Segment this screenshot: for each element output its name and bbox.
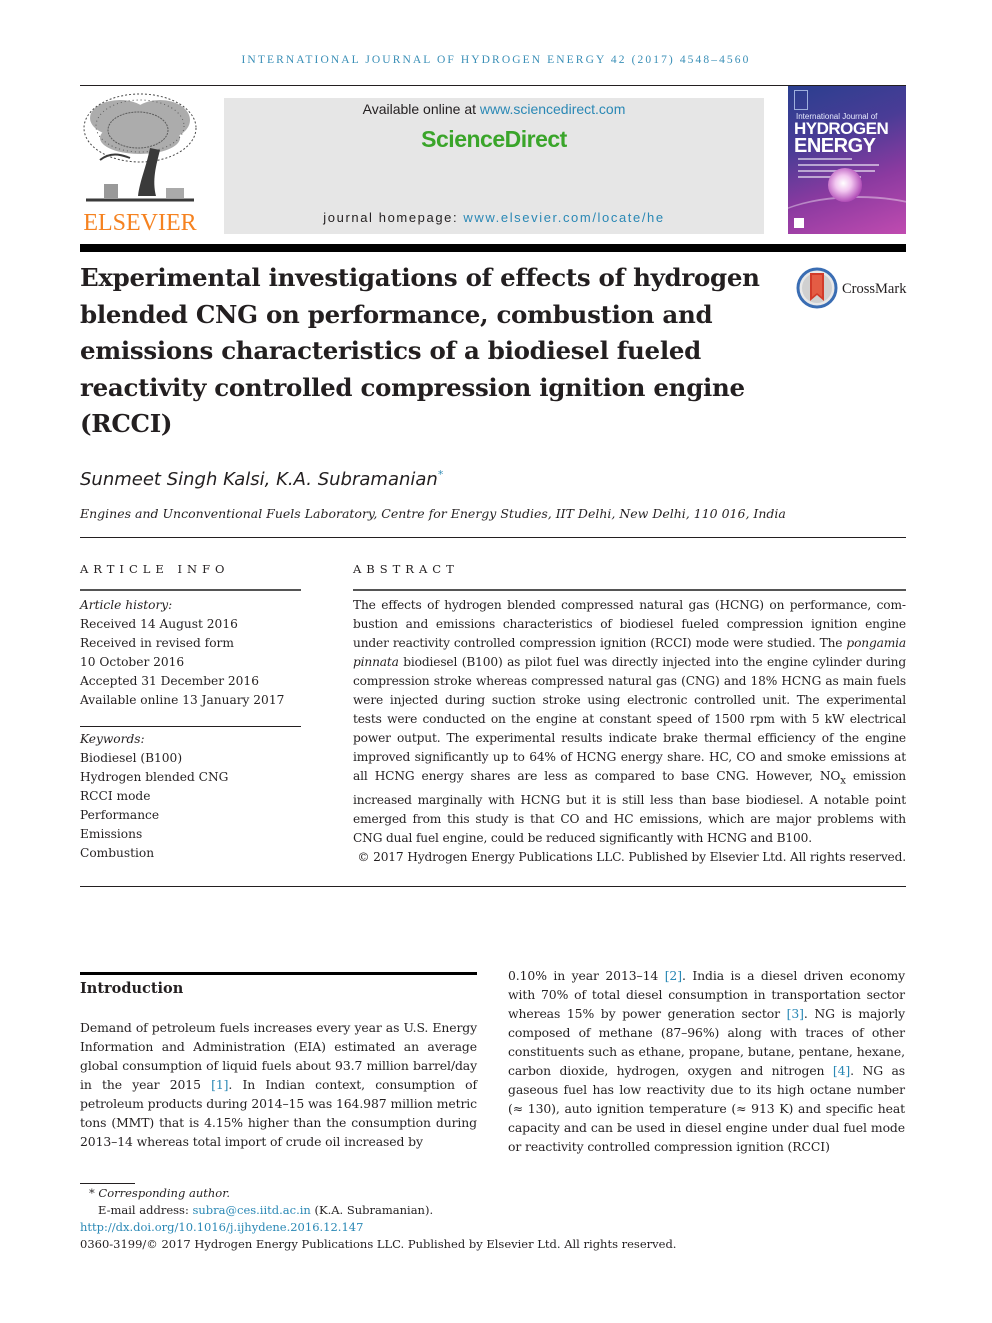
sciencedirect-link[interactable]: www.sciencedirect.com <box>480 101 626 117</box>
citation-link[interactable]: [3] <box>787 1006 804 1021</box>
doi-link[interactable]: http://dx.doi.org/10.1016/j.ijhydene.201… <box>80 1219 780 1236</box>
keywords: Keywords: Biodiesel (B100) Hydrogen blen… <box>80 730 310 863</box>
cover-publisher-mark <box>794 90 808 110</box>
keywords-rule <box>80 726 301 727</box>
cover-title-line2: ENERGY <box>794 135 876 157</box>
article-history-label: Article history: <box>80 598 173 612</box>
running-head: INTERNATIONAL JOURNAL OF HYDROGEN ENERGY… <box>241 54 751 66</box>
abstract-end-rule <box>80 886 906 887</box>
corresponding-author-mark[interactable]: * <box>438 468 444 481</box>
corresponding-author-note: * Corresponding author. <box>89 1186 231 1200</box>
introduction-heading: Introduction <box>80 980 184 997</box>
cover-footer-logo <box>794 218 804 228</box>
abstract-copyright: © 2017 Hydrogen Energy Publications LLC.… <box>357 850 906 865</box>
keywords-label: Keywords: <box>80 732 145 746</box>
article-info-heading: ARTICLE INFO <box>80 562 230 576</box>
authors: Sunmeet Singh Kalsi, K.A. Subramanian* <box>80 468 443 490</box>
history-item: Available online 13 January 2017 <box>80 693 285 707</box>
crossmark-icon <box>796 267 838 309</box>
issn-copyright: 0360-3199/© 2017 Hydrogen Energy Publica… <box>80 1237 677 1251</box>
history-item: Received in revised form <box>80 636 234 650</box>
journal-homepage-label: journal homepage: <box>323 210 464 225</box>
journal-cover[interactable]: International Journal of HYDROGEN ENERGY <box>788 86 906 234</box>
history-item: Accepted 31 December 2016 <box>80 674 259 688</box>
citation-link[interactable]: [2] <box>665 968 682 983</box>
introduction-rule <box>80 972 477 975</box>
available-online-line: Available online at www.sciencedirect.co… <box>224 101 764 117</box>
crossmark-button[interactable]: CrossMark <box>796 267 911 311</box>
journal-homepage-line: journal homepage: www.elsevier.com/locat… <box>224 210 764 225</box>
citation-link[interactable]: [1] <box>211 1077 228 1092</box>
keyword-item: Hydrogen blended CNG <box>80 770 229 784</box>
introduction-column-right: 0.10% in year 2013–14 [2]. India is a di… <box>508 968 905 1154</box>
elsevier-logo[interactable]: ELSEVIER <box>80 88 200 236</box>
abstract-heading: ABSTRACT <box>353 562 459 576</box>
sciencedirect-logo[interactable]: ScienceDirect <box>224 126 764 153</box>
sciencedirect-banner: Available online at www.sciencedirect.co… <box>224 98 764 234</box>
history-item: Received 14 August 2016 <box>80 617 238 631</box>
header-rule <box>80 85 906 86</box>
email-line: E-mail address: subra@ces.iitd.ac.in (K.… <box>98 1203 434 1217</box>
article-title: Experimental investigations of effects o… <box>80 263 760 438</box>
introduction-column-left: Demand of petroleum fuels increases ever… <box>80 1020 477 1149</box>
citation-link[interactable]: [4] <box>833 1063 850 1078</box>
keyword-item: Emissions <box>80 827 143 841</box>
article-info-rule <box>80 589 301 591</box>
author-names: Sunmeet Singh Kalsi, K.A. Subramanian <box>80 469 438 490</box>
keyword-item: Biodiesel (B100) <box>80 751 183 765</box>
cover-orb <box>828 168 862 202</box>
history-item: 10 October 2016 <box>80 655 185 669</box>
email-link[interactable]: subra@ces.iitd.ac.in <box>192 1203 310 1217</box>
divider-rule <box>80 537 906 538</box>
abstract-rule <box>353 589 906 591</box>
keyword-item: Performance <box>80 808 160 822</box>
elsevier-wordmark: ELSEVIER <box>83 210 197 236</box>
abstract-body: The effects of hydrogen blended compress… <box>353 596 906 867</box>
keyword-item: Combustion <box>80 846 155 860</box>
available-online-label: Available online at <box>362 101 480 117</box>
footnotes: * Corresponding author. E-mail address: … <box>80 1185 780 1253</box>
affiliation: Engines and Unconventional Fuels Laborat… <box>80 506 786 521</box>
header-thick-rule <box>80 244 906 252</box>
elsevier-tree-icon <box>83 93 197 202</box>
keyword-item: RCCI mode <box>80 789 151 803</box>
crossmark-label: CrossMark <box>842 281 907 297</box>
footnote-rule <box>80 1183 135 1184</box>
article-history: Article history: Received 14 August 2016… <box>80 596 310 710</box>
journal-homepage-link[interactable]: www.elsevier.com/locate/he <box>463 210 664 225</box>
